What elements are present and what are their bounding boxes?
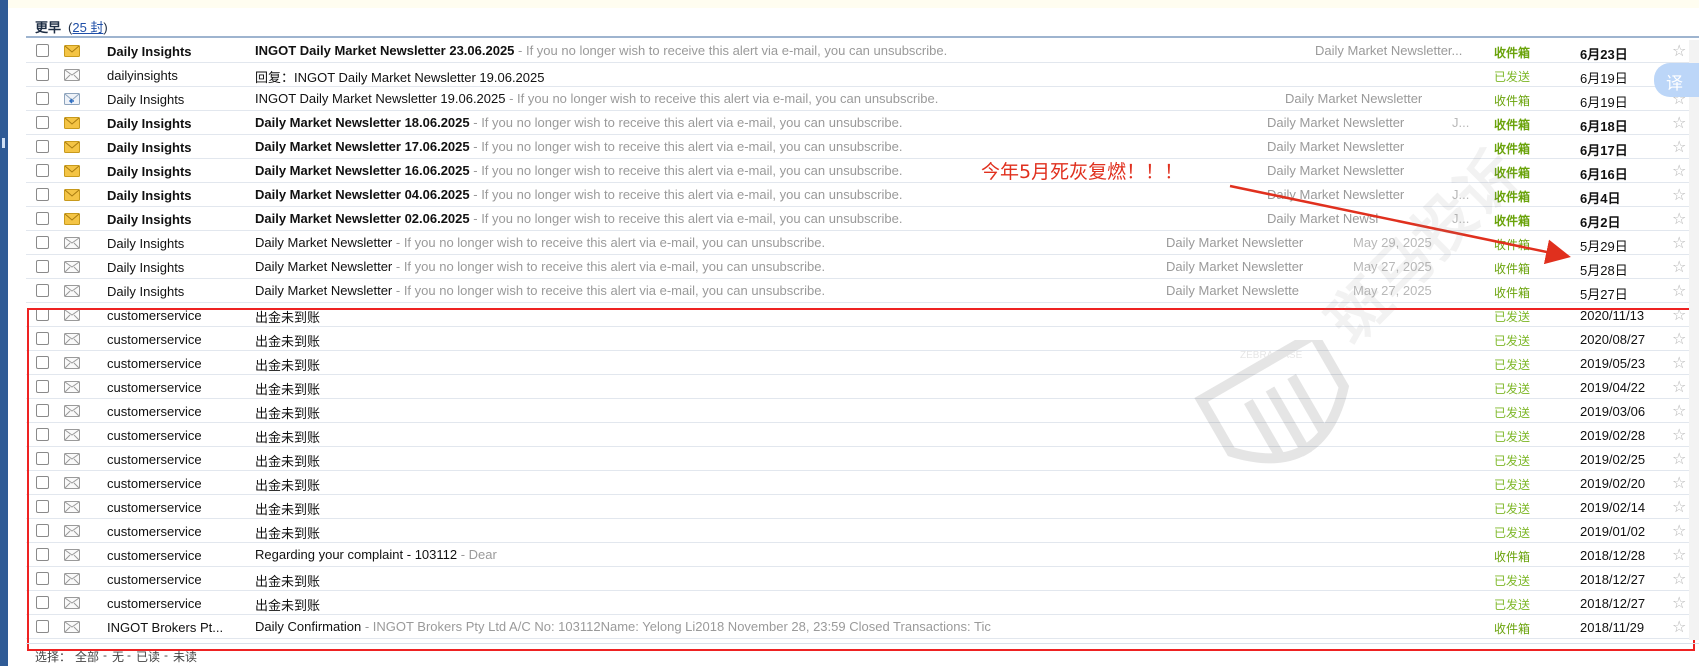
select-none-link[interactable]: 无 bbox=[112, 648, 124, 665]
select-sep: - bbox=[103, 648, 107, 662]
select-unread-link[interactable]: 未读 bbox=[173, 648, 197, 665]
select-label: 选择： bbox=[35, 650, 72, 664]
translate-label: 译 bbox=[1666, 74, 1683, 93]
select-read-link[interactable]: 已读 bbox=[136, 648, 160, 665]
select-sep: - bbox=[164, 648, 168, 662]
translate-button[interactable]: 译 bbox=[1654, 63, 1699, 97]
watermark-logo: ZEBRA BASE bbox=[1194, 340, 1350, 464]
select-all-link[interactable]: 全部 bbox=[75, 648, 99, 665]
scrollbar[interactable] bbox=[1689, 40, 1699, 640]
watermark-brand: ZEBRA BASE bbox=[1240, 350, 1303, 361]
select-sep: - bbox=[127, 648, 131, 662]
annotation-arrow bbox=[1229, 184, 1571, 265]
footer-select-bar: 选择： 全部 - 无 - 已读 - 未读 bbox=[26, 643, 1699, 666]
